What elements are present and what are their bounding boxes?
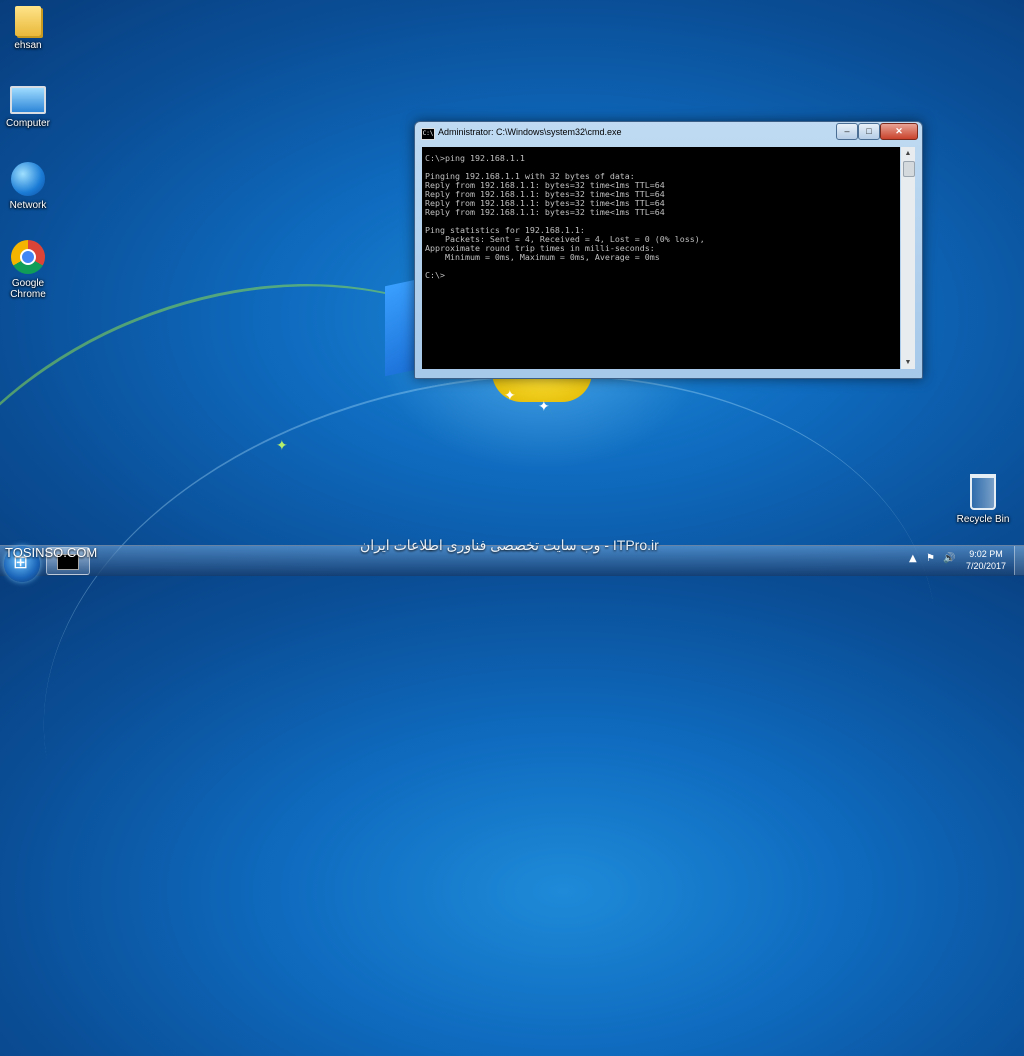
- desktop-icon-label: Recycle Bin: [956, 514, 1010, 525]
- recycle-bin-icon: [970, 474, 996, 510]
- scroll-up-icon[interactable]: ▲: [901, 147, 915, 160]
- desktop-icon-recycle-bin[interactable]: Recycle Bin: [953, 474, 1013, 525]
- desktop-icon-label: Google Chrome: [10, 278, 46, 300]
- cmd-window[interactable]: C:\ Administrator: C:\Windows\system32\c…: [414, 121, 923, 379]
- tray-overflow-icon[interactable]: ▲: [909, 553, 917, 564]
- console-line: Minimum = 0ms, Maximum = 0ms, Average = …: [425, 252, 660, 262]
- sparkle-icon: ✦: [276, 437, 288, 453]
- minimize-button[interactable]: ‒: [836, 123, 858, 140]
- clock[interactable]: 9:02 PM 7/20/2017: [964, 548, 1008, 572]
- watermark-tosinso: TOSINSO.COM: [5, 545, 98, 560]
- watermark-itpro: وب سایت تخصصی فناوری اطلاعات ایران - ITP…: [360, 537, 659, 553]
- sparkle-icon: ✦: [538, 398, 550, 414]
- close-button[interactable]: ✕: [880, 123, 918, 140]
- computer-icon: [10, 86, 46, 114]
- maximize-button[interactable]: □: [858, 123, 880, 140]
- desktop-icon-label: Network: [9, 200, 47, 211]
- scroll-down-icon[interactable]: ▼: [901, 356, 915, 369]
- console-output[interactable]: C:\>ping 192.168.1.1 Pinging 192.168.1.1…: [422, 147, 900, 369]
- window-title: Administrator: C:\Windows\system32\cmd.e…: [438, 127, 622, 137]
- show-desktop-button[interactable]: [1014, 546, 1024, 575]
- clock-time: 9:02 PM: [969, 549, 1003, 559]
- console-line: C:\>ping 192.168.1.1: [425, 153, 525, 163]
- desktop-icon-computer[interactable]: Computer: [0, 86, 58, 129]
- sparkle-icon: ✦: [504, 387, 516, 403]
- desktop-icon-network[interactable]: Network: [0, 162, 58, 211]
- desktop-icon-label: Computer: [6, 118, 50, 129]
- console-line: Reply from 192.168.1.1: bytes=32 time<1m…: [425, 207, 665, 217]
- desktop-icon-chrome[interactable]: Google Chrome: [0, 240, 58, 300]
- title-bar[interactable]: C:\ Administrator: C:\Windows\system32\c…: [415, 122, 922, 144]
- desktop-icon-ehsan[interactable]: ehsan: [0, 6, 58, 51]
- console-prompt: C:\>: [425, 270, 445, 280]
- folder-icon: [15, 6, 41, 36]
- volume-icon[interactable]: 🔊: [943, 553, 955, 564]
- vertical-scrollbar[interactable]: ▲ ▼: [901, 147, 915, 369]
- clock-date: 7/20/2017: [965, 561, 1007, 571]
- network-icon: [11, 162, 45, 196]
- scroll-thumb[interactable]: [903, 161, 915, 177]
- chrome-icon: [11, 240, 45, 274]
- desktop-icon-label: ehsan: [14, 40, 42, 51]
- action-center-flag-icon[interactable]: ⚑: [926, 553, 935, 564]
- cmd-icon[interactable]: C:\: [421, 128, 435, 140]
